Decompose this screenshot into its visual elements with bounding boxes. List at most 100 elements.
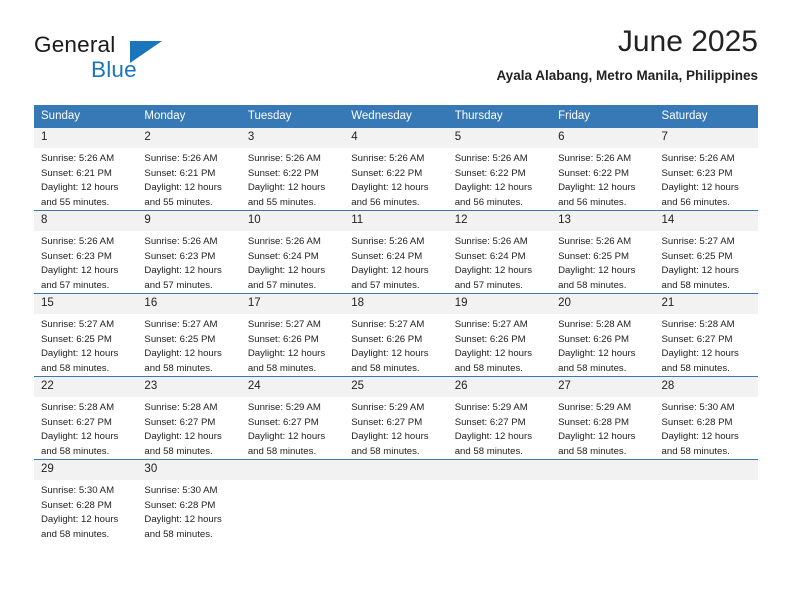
sunset-text: Sunset: 6:28 PM	[558, 416, 630, 428]
day-cell[interactable]: 29 Sunrise: 5:30 AM Sunset: 6:28 PM Dayl…	[34, 459, 138, 542]
daylight-text-line1: Daylight: 12 hours	[144, 514, 222, 526]
day-number: 23	[137, 377, 241, 397]
day-cell-empty	[654, 459, 758, 542]
daylight-text-line1: Daylight: 12 hours	[351, 431, 429, 443]
day-details: Sunrise: 5:26 AM Sunset: 6:24 PM Dayligh…	[448, 231, 551, 293]
title-block: June 2025 Ayala Alabang, Metro Manila, P…	[496, 24, 758, 84]
sunset-text: Sunset: 6:27 PM	[351, 416, 423, 428]
day-cell[interactable]: 18 Sunrise: 5:27 AM Sunset: 6:26 PM Dayl…	[344, 293, 448, 377]
sunset-text: Sunset: 6:25 PM	[558, 250, 630, 262]
sunset-text: Sunset: 6:24 PM	[454, 250, 526, 262]
day-cell[interactable]: 3 Sunrise: 5:26 AM Sunset: 6:22 PM Dayli…	[240, 128, 345, 211]
day-number: 27	[551, 377, 655, 397]
sunrise-text: Sunrise: 5:26 AM	[454, 236, 528, 247]
day-number: 15	[34, 294, 138, 314]
day-number: 3	[240, 128, 345, 148]
day-cell[interactable]: 26 Sunrise: 5:29 AM Sunset: 6:27 PM Dayl…	[447, 376, 552, 460]
day-cell[interactable]: 1 Sunrise: 5:26 AM Sunset: 6:21 PM Dayli…	[34, 128, 138, 211]
daylight-text-line1: Daylight: 12 hours	[558, 265, 636, 277]
day-cell[interactable]: 25 Sunrise: 5:29 AM Sunset: 6:27 PM Dayl…	[344, 376, 448, 460]
day-cell-empty	[240, 459, 345, 542]
daylight-text-line1: Daylight: 12 hours	[144, 431, 222, 443]
sunrise-text: Sunrise: 5:27 AM	[41, 319, 115, 330]
day-cell[interactable]: 8 Sunrise: 5:26 AM Sunset: 6:23 PM Dayli…	[34, 210, 138, 294]
day-number	[447, 460, 552, 480]
logo-text-general: General	[34, 32, 116, 57]
day-cell[interactable]: 14 Sunrise: 5:27 AM Sunset: 6:25 PM Dayl…	[654, 210, 758, 294]
sunrise-text: Sunrise: 5:27 AM	[454, 319, 528, 330]
day-details: Sunrise: 5:27 AM Sunset: 6:25 PM Dayligh…	[34, 314, 137, 376]
daylight-text-line1: Daylight: 12 hours	[247, 348, 326, 360]
day-cell[interactable]: 20 Sunrise: 5:28 AM Sunset: 6:26 PM Dayl…	[551, 293, 655, 377]
day-cell[interactable]: 2 Sunrise: 5:26 AM Sunset: 6:21 PM Dayli…	[137, 128, 241, 211]
day-details: Sunrise: 5:30 AM Sunset: 6:28 PM Dayligh…	[34, 480, 137, 542]
weekday-header-tuesday: Tuesday	[240, 105, 345, 128]
day-cell[interactable]: 11 Sunrise: 5:26 AM Sunset: 6:24 PM Dayl…	[344, 210, 448, 294]
day-details	[448, 480, 551, 542]
day-details: Sunrise: 5:28 AM Sunset: 6:27 PM Dayligh…	[34, 397, 137, 459]
day-cell[interactable]: 16 Sunrise: 5:27 AM Sunset: 6:25 PM Dayl…	[137, 293, 241, 377]
sunrise-sunset-calendar: Sunday Monday Tuesday Wednesday Thursday…	[34, 105, 758, 542]
day-cell[interactable]: 13 Sunrise: 5:26 AM Sunset: 6:25 PM Dayl…	[551, 210, 655, 294]
daylight-text-line2: and 58 minutes.	[144, 528, 213, 540]
sunset-text: Sunset: 6:22 PM	[351, 167, 423, 179]
sunrise-text: Sunrise: 5:28 AM	[144, 402, 218, 413]
sunrise-text: Sunrise: 5:26 AM	[41, 153, 115, 164]
day-cell[interactable]: 24 Sunrise: 5:29 AM Sunset: 6:27 PM Dayl…	[240, 376, 345, 460]
daylight-text-line2: and 58 minutes.	[247, 445, 317, 457]
sunrise-text: Sunrise: 5:29 AM	[558, 402, 632, 413]
sunset-text: Sunset: 6:23 PM	[144, 250, 216, 262]
day-details: Sunrise: 5:27 AM Sunset: 6:26 PM Dayligh…	[344, 314, 447, 376]
daylight-text-line2: and 57 minutes.	[454, 279, 523, 291]
daylight-text-line1: Daylight: 12 hours	[351, 182, 429, 194]
day-details: Sunrise: 5:27 AM Sunset: 6:26 PM Dayligh…	[448, 314, 551, 376]
day-cell[interactable]: 23 Sunrise: 5:28 AM Sunset: 6:27 PM Dayl…	[137, 376, 241, 460]
day-cell[interactable]: 10 Sunrise: 5:26 AM Sunset: 6:24 PM Dayl…	[240, 210, 345, 294]
day-number	[551, 460, 655, 480]
day-cell[interactable]: 21 Sunrise: 5:28 AM Sunset: 6:27 PM Dayl…	[654, 293, 758, 377]
day-cell[interactable]: 5 Sunrise: 5:26 AM Sunset: 6:22 PM Dayli…	[447, 128, 552, 211]
daylight-text-line2: and 55 minutes.	[41, 196, 110, 208]
day-number: 8	[34, 211, 138, 231]
day-cell[interactable]: 28 Sunrise: 5:30 AM Sunset: 6:28 PM Dayl…	[654, 376, 758, 460]
daylight-text-line1: Daylight: 12 hours	[558, 348, 636, 360]
day-cell[interactable]: 7 Sunrise: 5:26 AM Sunset: 6:23 PM Dayli…	[654, 128, 758, 211]
sunrise-text: Sunrise: 5:26 AM	[247, 153, 321, 164]
weekday-header-friday: Friday	[551, 105, 655, 128]
day-number: 12	[447, 211, 552, 231]
day-details: Sunrise: 5:26 AM Sunset: 6:22 PM Dayligh…	[344, 148, 447, 210]
day-cell[interactable]: 30 Sunrise: 5:30 AM Sunset: 6:28 PM Dayl…	[137, 459, 241, 542]
day-details: Sunrise: 5:28 AM Sunset: 6:27 PM Dayligh…	[655, 314, 758, 376]
day-cell[interactable]: 12 Sunrise: 5:26 AM Sunset: 6:24 PM Dayl…	[447, 210, 552, 294]
sunset-text: Sunset: 6:21 PM	[41, 167, 112, 179]
calendar-week-row: 8 Sunrise: 5:26 AM Sunset: 6:23 PM Dayli…	[34, 210, 758, 294]
day-cell[interactable]: 27 Sunrise: 5:29 AM Sunset: 6:28 PM Dayl…	[551, 376, 655, 460]
daylight-text-line2: and 56 minutes.	[454, 196, 523, 208]
day-number: 22	[34, 377, 138, 397]
sunrise-text: Sunrise: 5:29 AM	[351, 402, 425, 413]
day-cell[interactable]: 4 Sunrise: 5:26 AM Sunset: 6:22 PM Dayli…	[344, 128, 448, 211]
day-cell[interactable]: 6 Sunrise: 5:26 AM Sunset: 6:22 PM Dayli…	[551, 128, 655, 211]
day-number: 16	[137, 294, 241, 314]
day-cell[interactable]: 22 Sunrise: 5:28 AM Sunset: 6:27 PM Dayl…	[34, 376, 138, 460]
general-blue-logo[interactable]: General Blue	[34, 32, 234, 86]
day-number: 11	[344, 211, 448, 231]
day-number: 6	[551, 128, 655, 148]
day-cell[interactable]: 17 Sunrise: 5:27 AM Sunset: 6:26 PM Dayl…	[240, 293, 345, 377]
daylight-text-line1: Daylight: 12 hours	[454, 182, 533, 194]
day-details: Sunrise: 5:30 AM Sunset: 6:28 PM Dayligh…	[137, 480, 240, 542]
day-cell[interactable]: 9 Sunrise: 5:26 AM Sunset: 6:23 PM Dayli…	[137, 210, 241, 294]
day-cell[interactable]: 15 Sunrise: 5:27 AM Sunset: 6:25 PM Dayl…	[34, 293, 138, 377]
day-number: 4	[344, 128, 448, 148]
daylight-text-line1: Daylight: 12 hours	[661, 431, 739, 443]
day-number: 29	[34, 460, 138, 480]
sunset-text: Sunset: 6:26 PM	[351, 333, 423, 345]
daylight-text-line2: and 58 minutes.	[144, 362, 213, 374]
day-number: 7	[654, 128, 758, 148]
day-details: Sunrise: 5:27 AM Sunset: 6:25 PM Dayligh…	[655, 231, 758, 293]
sunrise-text: Sunrise: 5:29 AM	[247, 402, 321, 413]
sunset-text: Sunset: 6:25 PM	[661, 250, 733, 262]
sunset-text: Sunset: 6:28 PM	[41, 499, 112, 511]
weekday-header-sunday: Sunday	[34, 105, 138, 128]
day-cell[interactable]: 19 Sunrise: 5:27 AM Sunset: 6:26 PM Dayl…	[447, 293, 552, 377]
